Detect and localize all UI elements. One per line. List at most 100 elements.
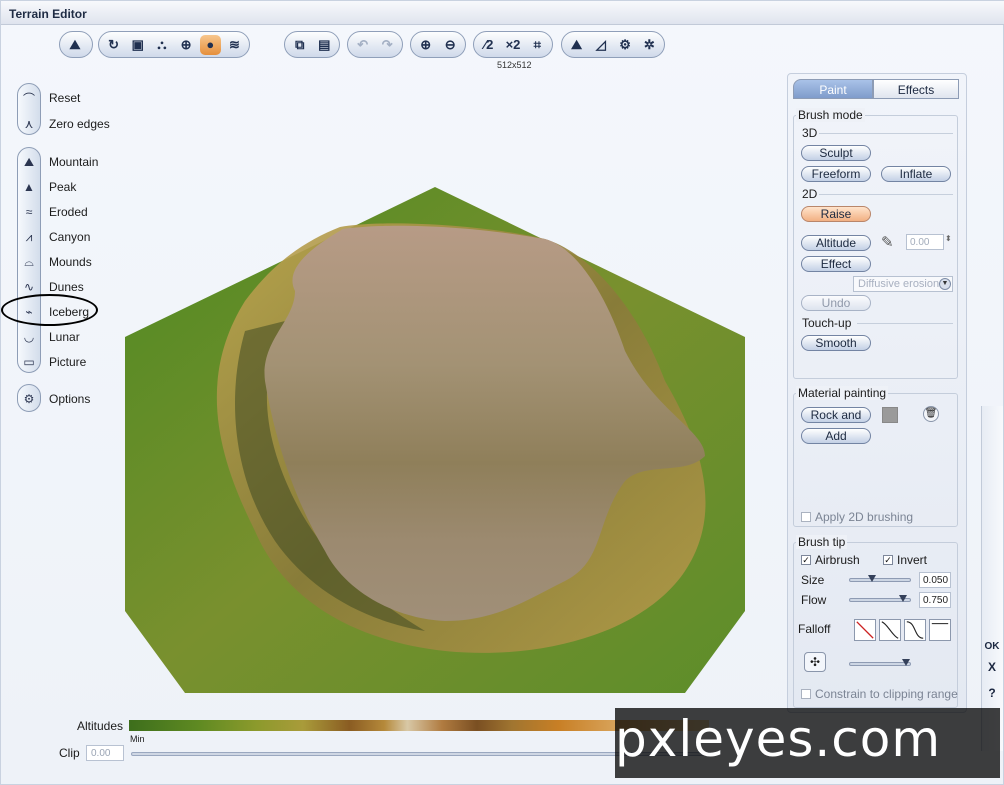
reset-icon: ⌒ [22, 91, 35, 106]
divider-3d [819, 133, 953, 134]
left-item-mountain[interactable]: ⛰ Mountain [19, 150, 98, 174]
apply-2d-brushing-checkbox[interactable]: Apply 2D brushing [801, 510, 913, 524]
brush-mode-title: Brush mode [796, 108, 865, 122]
left-item-peak[interactable]: ▲ Peak [19, 175, 76, 199]
left-item-options[interactable]: ⚙ Options [19, 387, 91, 411]
size-slider-thumb[interactable] [868, 575, 876, 582]
picture-icon: ▭ [23, 355, 35, 369]
close-button[interactable]: X [981, 657, 1003, 677]
brush-shape-slider[interactable] [849, 659, 911, 666]
freeform-button[interactable]: Freeform [801, 166, 871, 182]
undo-button[interactable]: Undo [801, 295, 871, 311]
invert-label: Invert [897, 553, 928, 567]
add-material-button[interactable]: Add [801, 428, 871, 444]
water-plane-icon[interactable]: ≋ [224, 35, 245, 55]
perspective-view-icon[interactable]: ⛬ [151, 35, 172, 55]
flow-value-field[interactable]: 0.750 [919, 592, 951, 608]
slope-icon[interactable]: ◿ [590, 35, 611, 55]
altitude-button[interactable]: Altitude [801, 235, 871, 251]
left-item-reset[interactable]: ⌒ Reset [19, 86, 80, 110]
min-label: Min [130, 734, 145, 744]
lunar-icon: ◡ [23, 330, 35, 344]
left-item-picture[interactable]: ▭ Picture [19, 350, 86, 374]
toolbar-group-zoom: ⊕ ⊖ [410, 31, 466, 58]
falloff-smooth-icon[interactable] [879, 619, 901, 641]
dropdown-arrow-icon: ▼ [939, 278, 951, 290]
altitude-value-field[interactable]: 0.00 [906, 234, 944, 250]
help-button[interactable]: ? [981, 683, 1003, 703]
size-slider[interactable] [849, 575, 911, 582]
falloff-linear-icon[interactable] [854, 619, 876, 641]
erosion-settings-icon[interactable]: ⚙ [615, 35, 636, 55]
constrain-clipping-box [801, 689, 811, 699]
terrain-editor-window: Terrain Editor ⛰ ↻ ▣ ⛬ ⊕ ● ≋ ⧉ ▤ ↶ ↷ ⊕ ⊖… [0, 0, 1004, 785]
sphere-shading-icon[interactable]: ● [199, 34, 221, 55]
globe-icon[interactable]: ⊕ [176, 35, 197, 55]
zoom-in-icon[interactable]: ⊕ [415, 35, 437, 55]
constrain-clipping-checkbox[interactable]: Constrain to clipping range [801, 687, 958, 701]
effect-dropdown[interactable]: Diffusive erosion ▼ [853, 276, 953, 292]
left-label-eroded: Eroded [49, 205, 88, 219]
apply-2d-brushing-box [801, 512, 811, 522]
toolbar-group-history: ↶ ↷ [347, 31, 403, 58]
terrain-viewport[interactable] [125, 181, 745, 693]
left-label-canyon: Canyon [49, 230, 91, 244]
flow-slider[interactable] [849, 595, 911, 602]
clip-value-field[interactable]: 0.00 [86, 745, 124, 761]
left-label-picture: Picture [49, 355, 87, 369]
halve-resolution-icon[interactable]: ⁄2 [478, 35, 499, 55]
tab-effects[interactable]: Effects [873, 79, 959, 99]
size-value-field[interactable]: 0.050 [919, 572, 951, 588]
falloff-flat-icon[interactable] [929, 619, 951, 641]
terrain-effects-icon[interactable]: ✲ [639, 35, 660, 55]
falloff-sharp-icon[interactable] [904, 619, 926, 641]
crop-icon[interactable]: ⌗ [527, 35, 548, 55]
left-item-zero-edges[interactable]: ⋏ Zero edges [19, 112, 110, 136]
left-label-options: Options [49, 392, 91, 406]
left-label-reset: Reset [49, 91, 81, 105]
eyedropper-icon[interactable]: ✎ [881, 233, 894, 251]
top-view-icon[interactable]: ▣ [127, 35, 148, 55]
brush-shape-slider-thumb[interactable] [902, 659, 910, 666]
left-item-lunar[interactable]: ◡ Lunar [19, 325, 80, 349]
left-item-canyon[interactable]: ⩘ Canyon [19, 225, 91, 249]
smooth-button[interactable]: Smooth [801, 335, 871, 351]
copy-icon[interactable]: ⧉ [289, 35, 311, 55]
rotate-view-icon[interactable]: ↻ [103, 35, 124, 55]
invert-checkmark-icon: ✓ [883, 555, 893, 565]
raise-button[interactable]: Raise [801, 206, 871, 222]
inflate-button[interactable]: Inflate [881, 166, 951, 182]
options-gear-icon: ⚙ [23, 392, 35, 406]
terrain-stamp-icon[interactable]: ⛰ [566, 35, 587, 55]
airbrush-checkmark-icon: ✓ [801, 555, 811, 565]
material-color-swatch[interactable] [882, 407, 898, 423]
left-item-eroded[interactable]: ≈ Eroded [19, 200, 88, 224]
effect-button[interactable]: Effect [801, 256, 871, 272]
rock-and-material-button[interactable]: Rock and [801, 407, 871, 423]
redo-icon[interactable]: ↷ [377, 35, 399, 55]
flow-slider-thumb[interactable] [899, 595, 907, 602]
trash-icon[interactable]: 🗑 [923, 406, 939, 422]
sculpt-button[interactable]: Sculpt [801, 145, 871, 161]
toolbar-group-camera: ↻ ▣ ⛬ ⊕ ● ≋ [98, 31, 250, 58]
ok-button[interactable]: OK [981, 637, 1003, 657]
airbrush-checkbox[interactable]: ✓ Airbrush [801, 553, 860, 567]
eroded-icon: ≈ [25, 205, 33, 219]
left-item-mounds[interactable]: ⌓ Mounds [19, 250, 91, 274]
undo-icon[interactable]: ↶ [352, 35, 374, 55]
left-label-mounds: Mounds [49, 255, 92, 269]
tab-paint[interactable]: Paint [793, 79, 873, 99]
brush-shape-icon[interactable]: ✣ [804, 652, 826, 672]
double-resolution-icon[interactable]: ×2 [502, 35, 523, 55]
mountain-icon: ⛰ [23, 154, 35, 169]
paste-icon[interactable]: ▤ [314, 35, 336, 55]
size-label: Size [801, 573, 825, 587]
invert-checkbox[interactable]: ✓ Invert [883, 553, 927, 567]
iceberg-highlight-circle [1, 294, 98, 326]
zoom-out-icon[interactable]: ⊖ [440, 35, 462, 55]
peak-icon: ▲ [23, 180, 35, 194]
zero-edges-icon: ⋏ [24, 117, 34, 131]
terrain-view-icon[interactable]: ⛰ [64, 35, 86, 55]
altitude-spinner-icon[interactable]: ⬍ [945, 234, 952, 243]
left-label-peak: Peak [49, 180, 77, 194]
